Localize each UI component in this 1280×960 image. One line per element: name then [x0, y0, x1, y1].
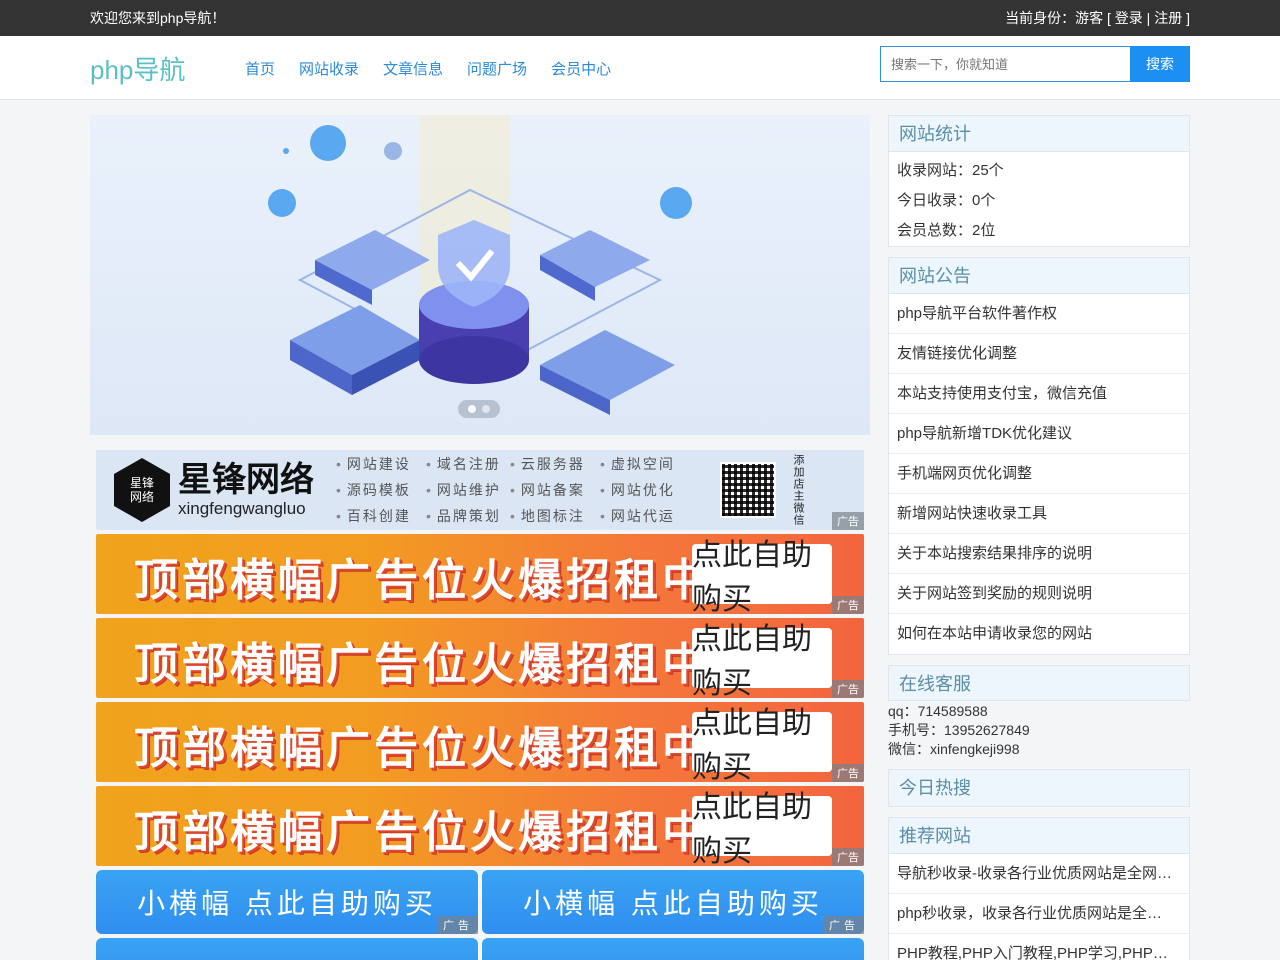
- search-input[interactable]: [880, 46, 1130, 82]
- sidebar: 网站统计 收录网站：25个 今日收录：0个 会员总数：2位 网站公告 php导航…: [888, 115, 1190, 960]
- ad-buy-button[interactable]: 点此自助购买: [692, 707, 832, 782]
- ad-small-2[interactable]: 小横幅 点此自助购买 广告: [482, 870, 864, 934]
- xingfeng-logo-icon: 星锋网络: [114, 458, 170, 522]
- search-form: 搜索: [880, 46, 1190, 82]
- service-qq: qq：714589588: [888, 703, 988, 719]
- notice-box: 网站公告 php导航平台软件著作权 友情链接优化调整 本站支持使用支付宝，微信充…: [888, 257, 1190, 655]
- stat-sites: 收录网站：25个: [897, 162, 1004, 179]
- service-title: 在线客服: [888, 665, 1190, 701]
- xingfeng-name: 星锋网络 xingfengwangluo: [178, 460, 314, 518]
- qr-caption: 添加店主微信: [792, 454, 804, 526]
- notice-item[interactable]: 手机端网页优化调整: [889, 454, 1189, 494]
- recommend-title: 推荐网站: [889, 818, 1189, 854]
- notice-item[interactable]: 如何在本站申请收录您的网站: [889, 614, 1189, 654]
- identity-area: 当前身份：游客 [ 登录 | 注册 ]: [1005, 10, 1190, 26]
- ad-small-4[interactable]: [482, 938, 864, 960]
- ad-tag: 广告: [832, 680, 864, 698]
- main-nav: 首页 网站收录 文章信息 问题广场 会员中心: [245, 58, 611, 79]
- nav-site-submit[interactable]: 网站收录: [299, 58, 359, 79]
- ad-small-1[interactable]: 小横幅 点此自助购买 广告: [96, 870, 478, 934]
- stats-title: 网站统计: [889, 116, 1189, 152]
- recommend-item[interactable]: 导航秒收录-收录各行业优质网站是全网最全面的网站: [889, 854, 1189, 894]
- site-logo[interactable]: php导航: [90, 50, 245, 87]
- hot-box: 今日热搜: [888, 769, 1190, 807]
- ad-banner-3[interactable]: 顶部横幅广告位火爆招租中…… 点此自助购买 广告: [96, 702, 864, 782]
- ad-area: 星锋网络 星锋网络 xingfengwangluo 网站建设 域名注册 云服务器…: [90, 435, 870, 960]
- nav-home[interactable]: 首页: [245, 58, 275, 79]
- nav-articles[interactable]: 文章信息: [383, 58, 443, 79]
- login-link[interactable]: 登录: [1115, 10, 1143, 26]
- notice-item[interactable]: php导航新增TDK优化建议: [889, 414, 1189, 454]
- ad-banner-1[interactable]: 顶部横幅广告位火爆招租中…… 点此自助购买 广告: [96, 534, 864, 614]
- ad-tag: 广告: [832, 512, 864, 530]
- carousel-dots[interactable]: [458, 400, 500, 418]
- ad-buy-button[interactable]: 点此自助购买: [692, 791, 832, 866]
- register-link[interactable]: 注册: [1154, 10, 1182, 26]
- ad-tag: 广告: [832, 848, 864, 866]
- notice-item[interactable]: 本站支持使用支付宝，微信充值: [889, 374, 1189, 414]
- notice-item[interactable]: 新增网站快速收录工具: [889, 494, 1189, 534]
- ad-buy-button[interactable]: 点此自助购买: [692, 539, 832, 614]
- ad-banner-4[interactable]: 顶部横幅广告位火爆招租中…… 点此自助购买 广告: [96, 786, 864, 866]
- ad-tag: 广告: [438, 916, 478, 934]
- small-ad-row: 小横幅 点此自助购买 广告 小横幅 点此自助购买 广告: [96, 870, 864, 938]
- recommend-box: 推荐网站 导航秒收录-收录各行业优质网站是全网最全面的网站 php秒收录，收录各…: [888, 817, 1190, 960]
- ad-banner-2[interactable]: 顶部横幅广告位火爆招租中…… 点此自助购买 广告: [96, 618, 864, 698]
- notice-title: 网站公告: [889, 258, 1189, 294]
- recommend-item[interactable]: php秒收录，收录各行业优质网站是全网最全面: [889, 894, 1189, 934]
- ad-buy-button[interactable]: 点此自助购买: [692, 623, 832, 698]
- service-wechat: 微信：xinfengkeji998: [888, 741, 1020, 757]
- small-ad-row-2: [96, 938, 864, 960]
- qr-code-icon: [720, 462, 776, 518]
- banner-illustration: [268, 115, 692, 415]
- service-box: 在线客服 qq：714589588 手机号：13952627849 微信：xin…: [888, 665, 1190, 761]
- header: php导航 首页 网站收录 文章信息 问题广场 会员中心 搜索: [0, 36, 1280, 100]
- stat-today: 今日收录：0个: [897, 192, 996, 209]
- search-button[interactable]: 搜索: [1130, 46, 1190, 82]
- recommend-item[interactable]: PHP教程,PHP入门教程,PHP学习,PHP开发: [889, 934, 1189, 960]
- ad-tag: 广告: [824, 916, 864, 934]
- notice-item[interactable]: 友情链接优化调整: [889, 334, 1189, 374]
- welcome-text: 欢迎您来到php导航！: [90, 10, 226, 26]
- xingfeng-services: 网站建设 域名注册 云服务器 虚拟空间 源码模板 网站维护 网站备案 网站优化 …: [336, 454, 690, 526]
- ad-tag: 广告: [832, 596, 864, 614]
- ad-tag: 广告: [832, 764, 864, 782]
- ad-small-3[interactable]: [96, 938, 478, 960]
- notice-item[interactable]: php导航平台软件著作权: [889, 294, 1189, 334]
- nav-member[interactable]: 会员中心: [551, 58, 611, 79]
- ad-xingfeng[interactable]: 星锋网络 星锋网络 xingfengwangluo 网站建设 域名注册 云服务器…: [96, 450, 864, 530]
- nav-questions[interactable]: 问题广场: [467, 58, 527, 79]
- hero-banner[interactable]: [90, 115, 870, 435]
- top-bar: 欢迎您来到php导航！ 当前身份：游客 [ 登录 | 注册 ]: [0, 0, 1280, 36]
- notice-item[interactable]: 关于网站签到奖励的规则说明: [889, 574, 1189, 614]
- hot-title: 今日热搜: [889, 770, 1189, 806]
- left-column: 星锋网络 星锋网络 xingfengwangluo 网站建设 域名注册 云服务器…: [90, 115, 870, 960]
- service-phone: 手机号：13952627849: [888, 722, 1030, 738]
- stats-box: 网站统计 收录网站：25个 今日收录：0个 会员总数：2位: [888, 115, 1190, 247]
- stat-members: 会员总数：2位: [897, 222, 996, 239]
- notice-item[interactable]: 关于本站搜索结果排序的说明: [889, 534, 1189, 574]
